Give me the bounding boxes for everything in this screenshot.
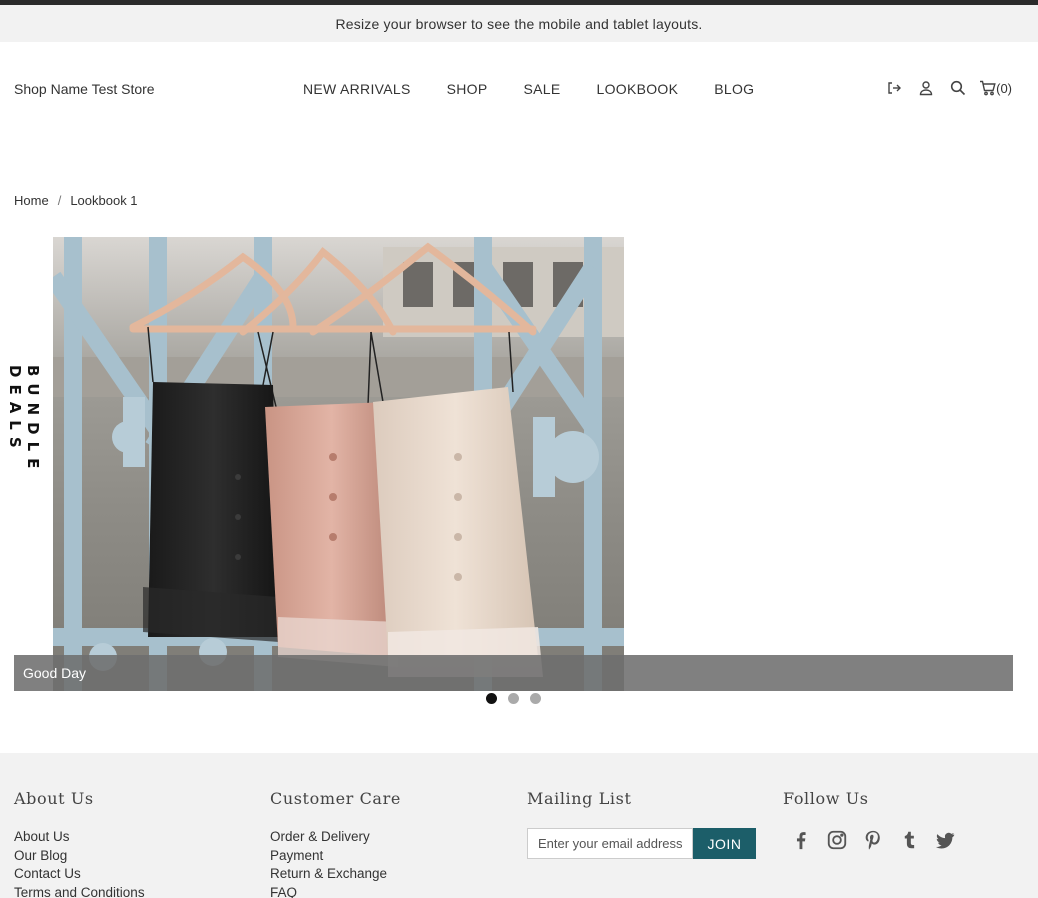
nav-blog[interactable]: BLOG [714,81,754,97]
slider-dot-3[interactable] [530,693,541,704]
join-button[interactable]: JOIN [693,828,756,859]
lookbook-slide-image[interactable] [53,237,624,691]
cart-icon [980,80,996,96]
footer-mailing-title: Mailing List [527,789,632,808]
footer-mailing-column: Mailing List JOIN [527,789,756,859]
footer-care-column: Customer Care Order & Delivery Payment R… [270,789,401,898]
announcement-bar: Resize your browser to see the mobile an… [0,5,1038,42]
footer-about-column: About Us About Us Our Blog Contact Us Te… [14,789,145,898]
twitter-icon[interactable] [933,828,957,852]
breadcrumb-home[interactable]: Home [14,193,49,208]
site-header: Shop Name Test Store NEW ARRIVALS SHOP S… [0,70,1038,108]
nav-sale[interactable]: SALE [523,81,560,97]
slider-dot-1[interactable] [486,693,497,704]
breadcrumb: Home / Lookbook 1 [14,193,138,208]
footer-care-title: Customer Care [270,789,401,808]
facebook-icon[interactable] [789,828,813,852]
footer-link-our-blog[interactable]: Our Blog [14,847,145,866]
footer-link-contact-us[interactable]: Contact Us [14,865,145,884]
bundle-deals-text: BUNDLE DEALS [6,365,42,476]
instagram-icon[interactable] [825,828,849,852]
footer-follow-title: Follow Us [783,789,869,808]
footer-link-faq[interactable]: FAQ [270,884,401,898]
nav-lookbook[interactable]: LOOKBOOK [596,81,678,97]
breadcrumb-current: Lookbook 1 [70,193,138,208]
social-links [789,828,969,852]
footer-about-title: About Us [14,789,94,808]
tumblr-icon[interactable] [897,828,921,852]
mailing-form: JOIN [527,828,756,859]
footer-link-about-us[interactable]: About Us [14,828,145,847]
main-nav: NEW ARRIVALS SHOP SALE LOOKBOOK BLOG [303,81,790,97]
shop-name-link[interactable]: Shop Name Test Store [14,81,155,97]
user-icon[interactable] [917,79,935,97]
slider-dots [486,693,552,704]
slider-dot-2[interactable] [508,693,519,704]
site-footer: About Us About Us Our Blog Contact Us Te… [0,753,1038,898]
nav-new-arrivals[interactable]: NEW ARRIVALS [303,81,411,97]
cart-button[interactable]: (0) [979,80,1012,96]
search-icon[interactable] [949,79,967,97]
footer-link-return-exchange[interactable]: Return & Exchange [270,865,401,884]
slide-caption-bar: Good Day [14,655,1013,691]
announcement-text: Resize your browser to see the mobile an… [335,15,703,32]
footer-link-payment[interactable]: Payment [270,847,401,866]
cart-count: (0) [996,80,1012,96]
slide-caption: Good Day [23,665,87,681]
footer-link-order-delivery[interactable]: Order & Delivery [270,828,401,847]
email-field[interactable] [527,828,693,859]
footer-follow-column: Follow Us [783,789,969,852]
bundle-deals-banner[interactable]: BUNDLE DEALS [6,365,42,565]
nav-shop[interactable]: SHOP [447,81,488,97]
footer-link-terms[interactable]: Terms and Conditions [14,884,145,898]
shorts-on-hangers-photo [53,237,624,691]
header-icons: (0) [871,79,1012,97]
pinterest-icon[interactable] [861,828,885,852]
logout-icon[interactable] [885,79,903,97]
breadcrumb-separator: / [57,193,62,208]
